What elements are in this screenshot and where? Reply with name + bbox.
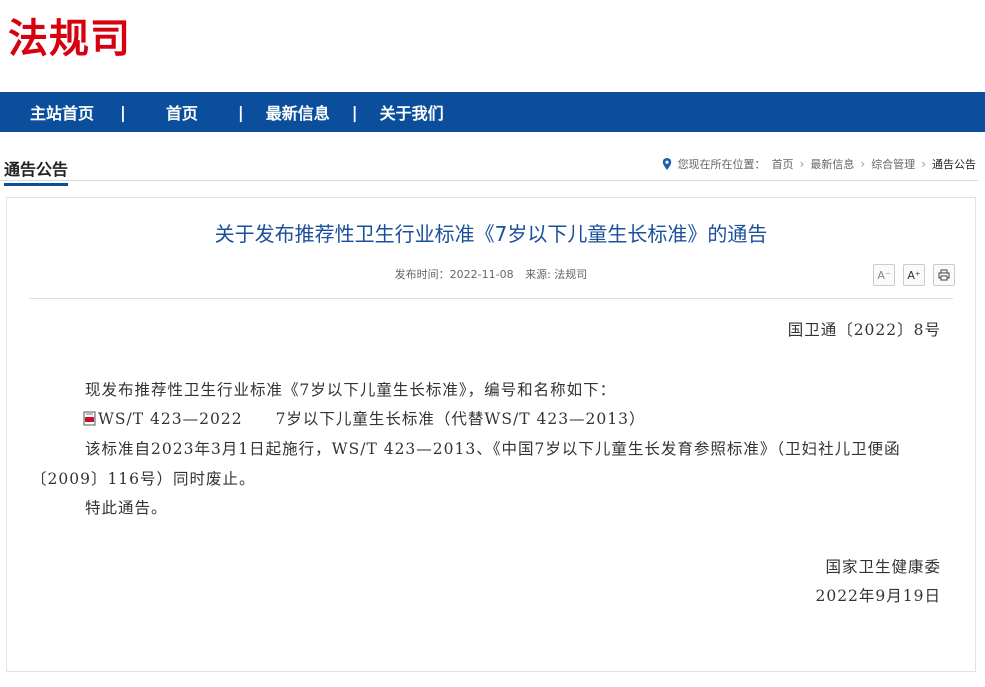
- issuer-signature: 国家卫生健康委: [825, 558, 941, 576]
- standard-link-text[interactable]: WS/T 423—2022 7岁以下儿童生长标准（代替WS/T 423—2013…: [98, 407, 646, 429]
- document-number: 国卫通〔2022〕8号: [787, 321, 941, 339]
- nav-separator: |: [351, 102, 358, 122]
- paragraph-effective: 该标准自2023年3月1日起施行，WS/T 423—2013、《中国7岁以下儿童…: [31, 440, 901, 488]
- chevron-right-icon: ›: [799, 157, 805, 171]
- font-decrease-icon: A⁻: [877, 268, 891, 282]
- font-increase-button[interactable]: A⁺: [903, 264, 925, 286]
- breadcrumb-home[interactable]: 首页: [772, 156, 794, 172]
- paragraph-intro: 现发布推荐性卫生行业标准《7岁以下儿童生长标准》，编号和名称如下：: [85, 381, 617, 399]
- font-decrease-button[interactable]: A⁻: [873, 264, 895, 286]
- print-button[interactable]: [933, 264, 955, 286]
- article-tools: A⁻ A⁺: [873, 264, 955, 286]
- breadcrumb-latest[interactable]: 最新信息: [810, 156, 854, 172]
- nav-home[interactable]: 首页: [166, 100, 198, 124]
- standard-attachment-link[interactable]: WS/T 423—2022 7岁以下儿童生长标准（代替WS/T 423—2013…: [83, 407, 646, 429]
- main-nav: 主站首页 | 首页 | 最新信息 | 关于我们: [0, 92, 985, 132]
- section-header: 通告公告 您现在所在位置： 首页 › 最新信息 › 综合管理 › 通告公告: [0, 150, 978, 186]
- title-divider: [29, 298, 953, 299]
- nav-about[interactable]: 关于我们: [380, 100, 444, 124]
- publish-date: 发布时间：2022-11-08: [394, 268, 514, 281]
- paragraph-closing: 特此通告。: [85, 499, 168, 517]
- location-pin-icon: [662, 158, 671, 170]
- article-panel: 关于发布推荐性卫生行业标准《7岁以下儿童生长标准》的通告 发布时间：2022-1…: [6, 197, 976, 672]
- breadcrumb-current[interactable]: 通告公告: [932, 156, 976, 172]
- breadcrumb-management[interactable]: 综合管理: [871, 156, 915, 172]
- breadcrumb-prefix: 您现在所在位置：: [677, 158, 766, 171]
- printer-icon: [938, 269, 950, 281]
- font-increase-icon: A⁺: [907, 268, 921, 282]
- article-source: 来源: 法规司: [525, 268, 588, 281]
- nav-home-main[interactable]: 主站首页: [30, 100, 94, 124]
- section-title: 通告公告: [4, 156, 69, 186]
- article-meta: 发布时间：2022-11-08 来源: 法规司: [7, 266, 975, 282]
- pdf-file-icon: [83, 411, 96, 425]
- nav-latest[interactable]: 最新信息: [266, 100, 330, 124]
- chevron-right-icon: ›: [921, 157, 926, 171]
- nav-separator: |: [237, 102, 244, 122]
- chevron-right-icon: ›: [860, 157, 866, 171]
- issue-date: 2022年9月19日: [815, 587, 941, 605]
- nav-separator: |: [120, 102, 126, 122]
- article-title: 关于发布推荐性卫生行业标准《7岁以下儿童生长标准》的通告: [214, 222, 768, 246]
- breadcrumb: 您现在所在位置： 首页 › 最新信息 › 综合管理 › 通告公告: [662, 156, 976, 172]
- site-logo[interactable]: 法规司: [8, 6, 131, 64]
